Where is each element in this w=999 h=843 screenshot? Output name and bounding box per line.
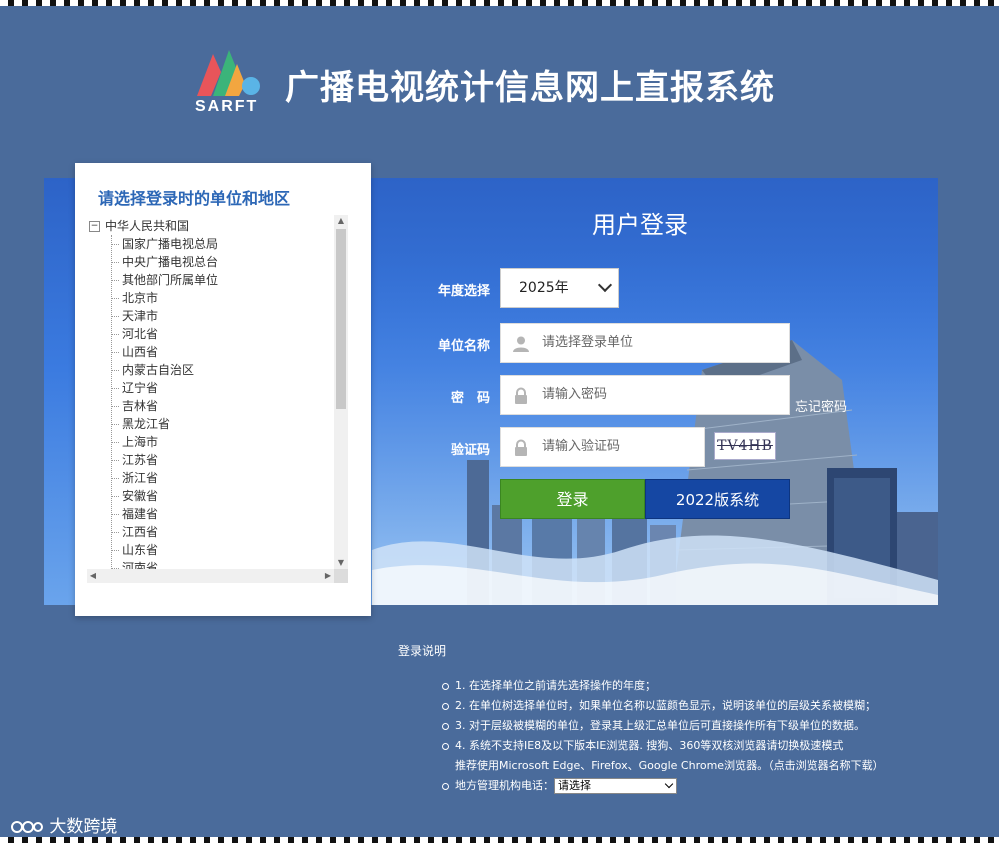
instructions-list: 1. 在选择单位之前请先选择操作的年度； 2. 在单位树选择单位时，如果单位名称… [438, 676, 958, 796]
unit-tree[interactable]: − 中华人民共和国 国家广播电视总局 中央广播电视总台 其他部门所属单位 北京市 … [87, 215, 347, 569]
tree-node[interactable]: 福建省 [112, 505, 218, 523]
tree-node[interactable]: 江苏省 [112, 451, 218, 469]
scrollbar-corner [334, 569, 348, 583]
tree-node[interactable]: 北京市 [112, 289, 218, 307]
tree-node[interactable]: 吉林省 [112, 397, 218, 415]
contact-item: 地方管理机构电话： 请选择 [438, 776, 958, 796]
scroll-up-icon[interactable]: ▲ [334, 215, 348, 227]
lock-icon [515, 387, 527, 404]
site-title: 广播电视统计信息网上直报系统 [285, 68, 775, 108]
unit-label: 单位名称 [437, 339, 490, 354]
tree-node[interactable]: 其他部门所属单位 [112, 271, 218, 289]
tree-node[interactable]: 河南省 [112, 559, 218, 569]
captcha-image[interactable]: TV4HB [714, 432, 776, 460]
tree-vertical-scrollbar[interactable]: ▲ ▼ [334, 215, 348, 569]
captcha-label: 验证码 [450, 443, 490, 458]
tree-children: 国家广播电视总局 中央广播电视总台 其他部门所属单位 北京市 天津市 河北省 山… [111, 235, 218, 569]
year-select[interactable]: 2025年 [500, 268, 619, 308]
lock-icon [515, 439, 527, 456]
tree-node[interactable]: 国家广播电视总局 [112, 235, 218, 253]
unit-tree-panel: 请选择登录时的单位和地区 − 中华人民共和国 国家广播电视总局 中央广播电视总台 … [75, 163, 371, 616]
contact-label: 地方管理机构电话： [455, 779, 554, 792]
tree-node[interactable]: 江西省 [112, 523, 218, 541]
tree-horizontal-scrollbar[interactable]: ◀ ▶ [87, 569, 334, 583]
tree-node[interactable]: 上海市 [112, 433, 218, 451]
tree-node[interactable]: 辽宁省 [112, 379, 218, 397]
instruction-item: 3. 对于层级被模糊的单位，登录其上级汇总单位后可直接操作所有下级单位的数据。 [438, 716, 958, 736]
header: SARFT 广播电视统计信息网上直报系统 [193, 42, 833, 122]
tree-node[interactable]: 安徽省 [112, 487, 218, 505]
instruction-item: 2. 在单位树选择单位时，如果单位名称以蓝颜色显示，说明该单位的层级关系被模糊； [438, 696, 958, 716]
contact-select-value: 请选择 [558, 779, 591, 792]
contact-select[interactable]: 请选择 [554, 778, 677, 794]
collapse-icon[interactable]: − [89, 221, 100, 232]
chevron-down-icon [664, 779, 674, 789]
instruction-item: 4. 系统不支持IE8及以下版本IE浏览器. 搜狗、360等双核浏览器请切换极速… [438, 736, 958, 756]
login-button[interactable]: 登录 [500, 479, 645, 519]
old-system-button[interactable]: 2022版系统 [645, 479, 790, 519]
instruction-item: 1. 在选择单位之前请先选择操作的年度； [438, 676, 958, 696]
scroll-right-icon[interactable]: ▶ [322, 569, 334, 583]
tree-panel-title: 请选择登录时的单位和地区 [98, 189, 291, 208]
captcha-placeholder: 请输入验证码 [542, 439, 621, 454]
bottom-frame-border [0, 837, 999, 843]
unit-field[interactable]: 请选择登录单位 [500, 323, 790, 363]
tree-node[interactable]: 黑龙江省 [112, 415, 218, 433]
password-placeholder: 请输入密码 [542, 387, 608, 402]
user-icon [513, 336, 529, 352]
tree-node[interactable]: 山西省 [112, 343, 218, 361]
tree-root-node[interactable]: − 中华人民共和国 [89, 217, 189, 234]
brand-logo-icon [11, 821, 43, 833]
browser-recommendation[interactable]: 推荐使用Microsoft Edge、Firefox、Google Chrome… [438, 756, 958, 776]
scroll-down-icon[interactable]: ▼ [334, 557, 348, 569]
scroll-left-icon[interactable]: ◀ [87, 569, 99, 583]
tree-node[interactable]: 河北省 [112, 325, 218, 343]
unit-placeholder: 请选择登录单位 [542, 335, 634, 350]
login-title: 用户登录 [592, 211, 688, 239]
captcha-field[interactable]: 请输入验证码 [500, 427, 705, 467]
logo-text: SARFT [195, 98, 259, 115]
tree-node[interactable]: 天津市 [112, 307, 218, 325]
tree-node[interactable]: 中央广播电视总台 [112, 253, 218, 271]
year-select-value: 2025年 [519, 280, 569, 296]
scrollbar-thumb[interactable] [336, 229, 346, 409]
top-frame-border [0, 0, 999, 6]
brand-watermark-text: 大数跨境 [49, 817, 118, 837]
forgot-password-link[interactable]: 忘记密码 [795, 396, 847, 415]
instructions-title: 登录说明 [398, 644, 447, 658]
tree-root-label: 中华人民共和国 [105, 219, 190, 233]
password-field[interactable]: 请输入密码 [500, 375, 790, 415]
password-label: 密 码 [450, 391, 490, 406]
tree-node[interactable]: 山东省 [112, 541, 218, 559]
year-label: 年度选择 [437, 284, 490, 299]
brand-watermark: 大数跨境 [10, 812, 117, 837]
chevron-down-icon [597, 277, 613, 293]
tree-node[interactable]: 浙江省 [112, 469, 218, 487]
tree-node[interactable]: 内蒙古自治区 [112, 361, 218, 379]
